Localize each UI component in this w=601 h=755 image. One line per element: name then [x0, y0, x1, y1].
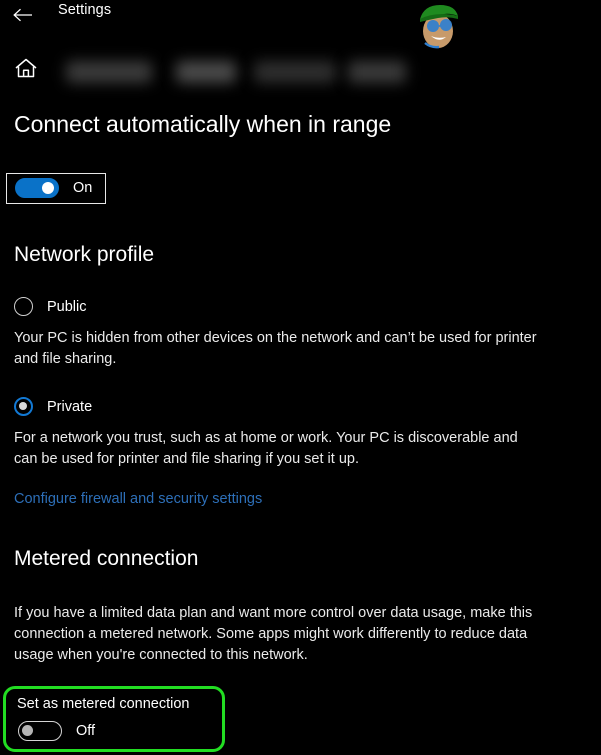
toggle-switch-on[interactable]: [15, 178, 59, 198]
set-as-metered-toggle[interactable]: Off: [18, 721, 95, 741]
toggle-switch-off[interactable]: [18, 721, 62, 741]
metered-toggle-highlight: Set as metered connection Off: [3, 686, 225, 752]
breadcrumb-blur-4: [348, 61, 406, 83]
network-profile-heading: Network profile: [14, 243, 155, 266]
set-as-metered-toggle-label: Off: [76, 723, 96, 739]
radio-option-private[interactable]: Private: [0, 397, 601, 416]
radio-label-private: Private: [47, 398, 93, 415]
breadcrumb-blur-2: [176, 61, 236, 83]
toggle-knob: [22, 725, 33, 736]
configure-firewall-link[interactable]: Configure firewall and security settings: [0, 489, 262, 510]
radio-option-public[interactable]: Public: [0, 297, 601, 316]
toggle-knob: [42, 182, 54, 194]
radio-button-private[interactable]: [14, 397, 33, 416]
network-profile-section: Network profile Public Your PC is hidden…: [0, 241, 601, 510]
connect-automatically-toggle-label: On: [73, 180, 93, 196]
metered-connection-heading: Metered connection: [14, 547, 199, 570]
settings-content: Connect automatically when in range: [0, 96, 601, 139]
home-button[interactable]: [12, 56, 40, 84]
connect-automatically-heading: Connect automatically when in range: [14, 111, 392, 137]
set-as-metered-label: Set as metered connection: [17, 696, 190, 712]
home-icon: [14, 57, 38, 84]
connect-automatically-toggle-focus[interactable]: On: [6, 173, 106, 204]
metered-connection-description: If you have a limited data plan and want…: [14, 605, 533, 663]
connect-automatically-toggle[interactable]: On: [15, 178, 92, 198]
arrow-left-icon: [13, 8, 33, 22]
back-button[interactable]: [6, 2, 40, 28]
private-description: For a network you trust, such as at home…: [14, 430, 518, 467]
radio-label-public: Public: [47, 298, 87, 315]
page-header-row: [0, 52, 601, 96]
metered-connection-section: Metered connection If you have a limited…: [0, 545, 601, 666]
app-title: Settings: [58, 2, 112, 18]
breadcrumb-redacted: [58, 54, 406, 94]
breadcrumb-blur-3: [254, 61, 336, 83]
title-bar: Settings: [0, 0, 601, 40]
public-description: Your PC is hidden from other devices on …: [14, 330, 537, 367]
breadcrumb-blur-1: [66, 61, 152, 83]
radio-button-public[interactable]: [14, 297, 33, 316]
